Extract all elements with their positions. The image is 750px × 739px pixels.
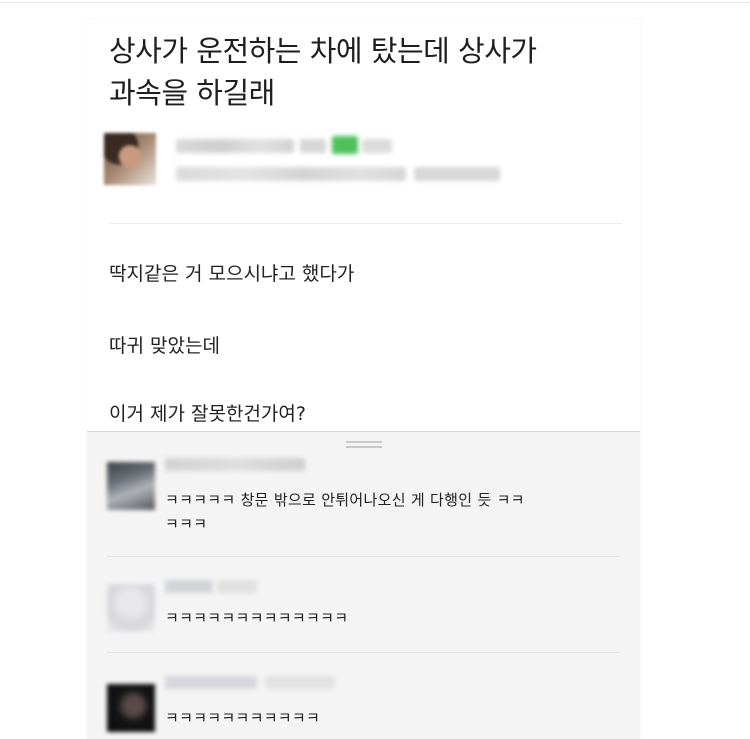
comment-text-line-1: ㅋㅋㅋㅋㅋ 창문 밖으로 안튀어나오신 게 다행인 듯 ㅋㅋ: [165, 491, 525, 509]
post-body-line-3: 이거 제가 잘못한건가여?: [109, 403, 306, 425]
comment-meta-blurred: [217, 580, 257, 593]
author-info[interactable]: [104, 133, 624, 193]
commenter-name-blurred[interactable]: [165, 676, 257, 689]
post-title-line-1: 상사가 운전하는 차에 탔는데 상사가: [109, 34, 537, 68]
comment-text-line-2: ㅋㅋㅋ: [165, 515, 208, 533]
post-title: 상사가 운전하는 차에 탔는데 상사가 과속을 하길래: [109, 30, 629, 114]
comment-text-line-1: ㅋㅋㅋㅋㅋㅋㅋㅋㅋㅋㅋ: [165, 709, 321, 727]
comment-text: ㅋㅋㅋㅋㅋ 창문 밖으로 안튀어나오신 게 다행인 듯 ㅋㅋ ㅋㅋㅋ: [165, 488, 625, 536]
commenter-name-blurred[interactable]: [165, 458, 305, 471]
post-body-line-1: 딱지같은 거 모으시냐고 했다가: [109, 263, 355, 285]
comment-text: ㅋㅋㅋㅋㅋㅋㅋㅋㅋㅋㅋㅋㅋ: [165, 606, 625, 630]
drag-handle-icon[interactable]: [346, 441, 382, 443]
comment-divider: [107, 556, 620, 557]
commenter-name-blurred[interactable]: [165, 580, 213, 593]
post-section: 상사가 운전하는 차에 탔는데 상사가 과속을 하길래 딱지같은 거 모으시냐고…: [87, 20, 640, 431]
author-extra-blurred: [362, 139, 392, 153]
comment-text: ㅋㅋㅋㅋㅋㅋㅋㅋㅋㅋㅋ: [165, 706, 625, 730]
post-stats-blurred: [414, 167, 500, 181]
post-meta-blurred: [176, 167, 406, 181]
post-divider: [109, 223, 622, 224]
author-badge-blurred: [300, 139, 326, 153]
post-card: 상사가 운전하는 차에 탔는데 상사가 과속을 하길래 딱지같은 거 모으시냐고…: [87, 20, 640, 739]
commenter-avatar[interactable]: [107, 462, 155, 510]
commenter-avatar[interactable]: [107, 584, 155, 632]
commenter-avatar[interactable]: [107, 684, 155, 732]
post-body-line-2: 따귀 맞았는데: [109, 335, 220, 357]
author-name-blurred[interactable]: [176, 139, 294, 153]
comment-meta-blurred: [265, 676, 335, 689]
comment-text-line-1: ㅋㅋㅋㅋㅋㅋㅋㅋㅋㅋㅋㅋㅋ: [165, 609, 349, 627]
top-border: [0, 2, 750, 3]
drag-handle-line[interactable]: [346, 446, 382, 448]
comment-divider: [107, 652, 620, 653]
comments-section: ㅋㅋㅋㅋㅋ 창문 밖으로 안튀어나오신 게 다행인 듯 ㅋㅋ ㅋㅋㅋ ㅋㅋㅋㅋㅋ…: [87, 431, 640, 739]
level-badge-icon: [332, 136, 358, 154]
post-title-line-2: 과속을 하길래: [109, 76, 275, 110]
author-avatar[interactable]: [104, 133, 156, 185]
